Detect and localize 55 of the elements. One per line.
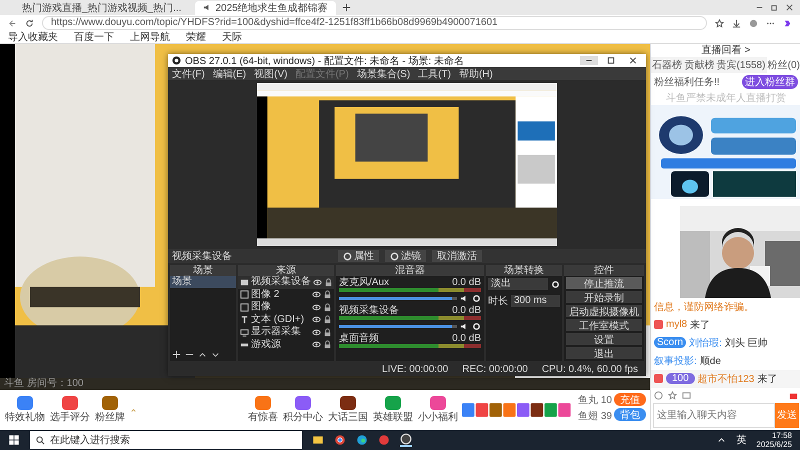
address-field[interactable]: https://www.douyu.com/topic/YHDFS?rid=100&dyshid=ffce4f2-1251f83ff1b66b08d9969b4900071601 (42, 16, 707, 30)
browser-tab[interactable]: 热门游戏直播_热门游戏视频_热门... (14, 0, 190, 14)
windows-start-icon[interactable] (8, 434, 20, 446)
input-method-indicator[interactable]: 英 (736, 433, 746, 447)
activity-button[interactable]: 英雄联盟 (372, 396, 414, 424)
obs-icon[interactable] (400, 433, 412, 447)
reload-icon[interactable] (25, 18, 34, 28)
chat-message: 信息，谨防网络诈骗。 (653, 300, 755, 315)
bookmark-link[interactable]: 百度一下 (74, 30, 114, 44)
folder-icon[interactable] (312, 434, 324, 446)
search-icon (36, 436, 45, 444)
browser-tab[interactable]: 2025绝地求生鱼成都锦赛 (195, 0, 336, 14)
bookmark-link[interactable]: 天际 (222, 30, 242, 44)
restore-icon[interactable] (770, 3, 779, 12)
image-icon[interactable] (682, 390, 691, 400)
star-icon[interactable] (715, 18, 724, 28)
bookmark-link[interactable]: 上网导航 (130, 30, 170, 44)
chat-input[interactable]: 这里输入聊天内容 (653, 402, 775, 428)
ranking-tab[interactable]: 贵宾(1558) (715, 57, 767, 73)
fan-notice: 粉丝福利任务!! (654, 76, 720, 89)
bookmark-link[interactable]: 导入收藏夹 (8, 30, 58, 44)
plus-icon[interactable] (342, 3, 351, 12)
edge-icon[interactable] (356, 434, 368, 446)
download-icon[interactable] (732, 18, 741, 28)
close-icon[interactable] (785, 3, 794, 12)
room-number: 斗鱼 房间号：100 (0, 378, 650, 390)
fan-group-button[interactable]: 进入粉丝群 (742, 75, 798, 89)
star-icon[interactable] (668, 390, 677, 400)
chat-text: 来了 (690, 318, 710, 332)
gift-button[interactable]: 选手评分 (49, 396, 91, 424)
level-badge: 100 (666, 373, 695, 384)
replay-link[interactable]: 直播回看 > (651, 44, 800, 57)
taskbar-search-field[interactable]: 在此键入进行搜索 (30, 431, 302, 449)
activity-button[interactable]: 小小福利 (417, 396, 460, 424)
ranking-tab[interactable]: 贡献榜 (683, 57, 716, 73)
bookmark-link[interactable]: 荣耀 (186, 30, 206, 44)
profile-icon[interactable] (749, 18, 758, 28)
wallet-balance: 鱼翅 39 (578, 410, 612, 423)
ranking-tab[interactable]: 粉丝(0) (766, 57, 800, 73)
chat-text: 顺de (700, 354, 721, 368)
rule-notice: 斗鱼严禁未成年人直播打赏 (665, 92, 787, 105)
activity-button[interactable]: 大话三国 (327, 396, 370, 424)
back-icon[interactable] (8, 18, 17, 28)
chat-text: 来了 (757, 372, 778, 386)
chrome-icon[interactable] (334, 434, 346, 446)
activity-button[interactable]: 有惊喜 (247, 396, 280, 424)
clock-date: 2025/6/25 (756, 440, 792, 449)
chat-text: 刘头 巨帅 (724, 336, 768, 350)
activity-button[interactable]: 积分中心 (282, 396, 324, 424)
gift-button[interactable]: 粉丝牌 (94, 396, 126, 424)
clock-time: 17:58 (772, 431, 792, 440)
ranking-tab[interactable]: 石器榜 (651, 57, 684, 73)
gift-button[interactable]: 特效礼物 (4, 396, 46, 424)
fan-badge: Scorn (654, 337, 686, 348)
wallet-balance: 鱼丸 10 (578, 394, 612, 407)
